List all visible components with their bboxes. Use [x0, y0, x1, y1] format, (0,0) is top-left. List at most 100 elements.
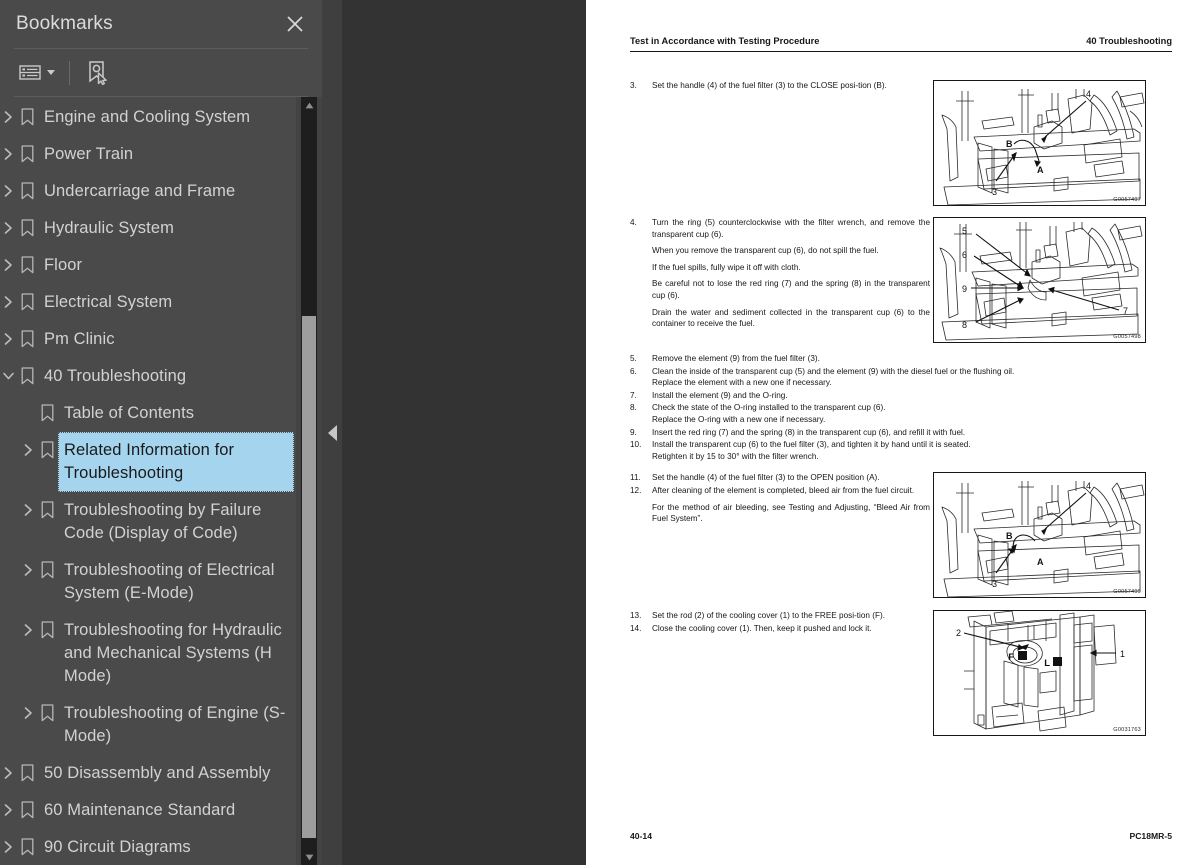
- step-text: Install the transparent cup (6) to the f…: [652, 439, 1180, 462]
- step-line: When you remove the transparent cup (6),…: [652, 246, 879, 256]
- bookmark-glyph-icon: [21, 145, 33, 163]
- expand-bookmark-toggle[interactable]: [20, 612, 36, 637]
- expand-bookmark-toggle[interactable]: [0, 210, 16, 235]
- step-number: 14.: [630, 623, 642, 633]
- bookmark-icon: [16, 358, 38, 385]
- step-line: For the method of air bleeding, see Test…: [652, 502, 930, 524]
- expand-bookmark-toggle[interactable]: [20, 552, 36, 577]
- bookmark-item-50-disassembly-and-assembly[interactable]: 50 Disassembly and Assembly: [0, 755, 296, 792]
- expand-bookmark-toggle[interactable]: [0, 284, 16, 309]
- svg-text:L: L: [1044, 658, 1050, 669]
- bookmark-item-troubleshooting-of-electrical-system-e-mode[interactable]: Troubleshooting of Electrical System (E-…: [0, 552, 296, 612]
- step-item: 4. Turn the ring (5) counterclockwise wi…: [630, 217, 930, 330]
- page-body: 3. Set the handle (4) of the fuel filter…: [630, 80, 1180, 737]
- document-viewport[interactable]: Test in Accordance with Testing Procedur…: [586, 0, 1200, 865]
- bookmark-item-90-circuit-diagrams[interactable]: 90 Circuit Diagrams: [0, 829, 296, 865]
- new-bookmark-button[interactable]: [83, 58, 113, 88]
- header-right-text: 40 Troubleshooting: [1086, 36, 1172, 46]
- step-text: Set the handle (4) of the fuel filter (3…: [652, 472, 930, 484]
- bookmark-label: Power Train: [44, 145, 134, 163]
- expand-bookmark-toggle[interactable]: [20, 492, 36, 517]
- expand-bookmark-toggle[interactable]: [0, 755, 16, 780]
- step-line: Insert the red ring (7) and the spring (…: [652, 427, 966, 437]
- step-line: Be careful not to lose the red ring (7) …: [652, 279, 930, 300]
- step-line: Retighten it by 15 to 30° with the filte…: [652, 451, 819, 461]
- figure-1-drawing: 4 3 A B: [941, 89, 1145, 205]
- header-rule: [630, 51, 1172, 52]
- step-text: After cleaning of the element is complet…: [652, 485, 930, 525]
- step-text: Insert the red ring (7) and the spring (…: [652, 427, 1180, 439]
- list-options-icon: [19, 65, 41, 80]
- scroll-down-button[interactable]: [301, 849, 317, 865]
- bookmark-glyph-icon: [41, 441, 53, 459]
- expand-bookmark-toggle[interactable]: [20, 432, 36, 457]
- bookmark-icon: [16, 247, 38, 274]
- figure-caption: G0057497: [1113, 197, 1141, 203]
- svg-text:1: 1: [1120, 649, 1125, 659]
- bookmark-item-undercarriage-and-frame[interactable]: Undercarriage and Frame: [0, 173, 296, 210]
- step-line: After cleaning of the element is complet…: [652, 485, 915, 495]
- close-icon: [287, 16, 303, 32]
- bookmark-item-power-train[interactable]: Power Train: [0, 136, 296, 173]
- bookmark-item-60-maintenance-standard[interactable]: 60 Maintenance Standard: [0, 792, 296, 829]
- bookmark-item-electrical-system[interactable]: Electrical System: [0, 284, 296, 321]
- collapse-bookmark-toggle[interactable]: [0, 358, 16, 382]
- figure-caption: G0057498: [1113, 334, 1141, 340]
- bookmark-icon: [36, 612, 58, 639]
- figure-4: 2 1 F L G0031763: [933, 610, 1146, 737]
- bookmark-item-related-information-for-troubleshooting[interactable]: Related Information for Troubleshooting: [0, 432, 296, 492]
- bookmark-item-40-troubleshooting[interactable]: 40 Troubleshooting: [0, 358, 296, 395]
- bookmark-options-button[interactable]: [16, 58, 58, 88]
- step-line: If the fuel spills, fully wipe it off wi…: [652, 262, 801, 272]
- expand-bookmark-toggle[interactable]: [0, 99, 16, 124]
- scroll-up-button[interactable]: [301, 97, 317, 113]
- collapse-panel-handle[interactable]: [322, 0, 342, 865]
- figure-2-drawing: 5 6 9 8 7: [939, 222, 1143, 341]
- content-block-3: 5. Remove the element (9) from the fuel …: [630, 353, 1180, 462]
- chevron-right-icon: [4, 804, 12, 816]
- step-text: Clean the inside of the transparent cup …: [652, 366, 1180, 389]
- svg-text:4: 4: [1086, 481, 1091, 491]
- close-panel-button[interactable]: [282, 11, 308, 37]
- step-text: Set the handle (4) of the fuel filter (3…: [652, 80, 930, 92]
- steps-column-2: 4. Turn the ring (5) counterclockwise wi…: [630, 217, 930, 331]
- expand-bookmark-toggle[interactable]: [0, 173, 16, 198]
- step-text: Close the cooling cover (1). Then, keep …: [652, 623, 930, 635]
- bookmark-item-floor[interactable]: Floor: [0, 247, 296, 284]
- bookmark-icon: [36, 432, 58, 459]
- bookmark-label: Undercarriage and Frame: [44, 182, 236, 200]
- bookmark-glyph-icon: [41, 404, 53, 422]
- scroll-down-arrow-icon: [305, 854, 313, 860]
- svg-text:3: 3: [992, 187, 997, 197]
- bookmark-item-troubleshooting-for-hydraulic-and-mechanical-systems-h-mode[interactable]: Troubleshooting for Hydraulic and Mechan…: [0, 612, 296, 695]
- step-number: 12.: [630, 485, 642, 495]
- expand-bookmark-toggle[interactable]: [20, 695, 36, 720]
- bookmark-item-pm-clinic[interactable]: Pm Clinic: [0, 321, 296, 358]
- bookmarks-scrollbar[interactable]: [296, 97, 322, 865]
- page-number: 40-14: [630, 831, 652, 841]
- bookmark-icon: [16, 173, 38, 200]
- bookmark-item-hydraulic-system[interactable]: Hydraulic System: [0, 210, 296, 247]
- expand-bookmark-toggle[interactable]: [0, 829, 16, 854]
- expand-bookmark-toggle[interactable]: [0, 321, 16, 346]
- expand-bookmark-toggle[interactable]: [0, 792, 16, 817]
- expand-bookmark-toggle[interactable]: [0, 247, 16, 272]
- chevron-right-icon: [24, 444, 32, 456]
- bookmark-item-engine-and-cooling-system[interactable]: Engine and Cooling System: [0, 99, 296, 136]
- bookmark-label: Table of Contents: [64, 404, 195, 422]
- bookmark-item-table-of-contents[interactable]: Table of Contents: [0, 395, 296, 432]
- step-line: Remove the element (9) from the fuel fil…: [652, 354, 820, 363]
- bookmark-icon: [36, 492, 58, 519]
- step-number: 7.: [630, 390, 637, 400]
- panel-gutter: [322, 0, 586, 865]
- figure-caption: G0031763: [1113, 727, 1141, 734]
- step-line: Turn the ring (5) counterclockwise with …: [652, 218, 930, 239]
- bookmark-item-troubleshooting-of-engine-s-mode[interactable]: Troubleshooting of Engine (S-Mode): [0, 695, 296, 755]
- step-item: 7. Install the element (9) and the O-rin…: [630, 390, 1180, 402]
- bookmark-icon: [16, 321, 38, 348]
- bookmark-item-troubleshooting-by-failure-code-display-of-code[interactable]: Troubleshooting by Failure Code (Display…: [0, 492, 296, 552]
- scrollbar-thumb[interactable]: [302, 316, 316, 838]
- figure-3: 4 3 A B G0057499: [933, 472, 1146, 599]
- expand-bookmark-toggle[interactable]: [0, 136, 16, 161]
- svg-text:3: 3: [992, 579, 997, 589]
